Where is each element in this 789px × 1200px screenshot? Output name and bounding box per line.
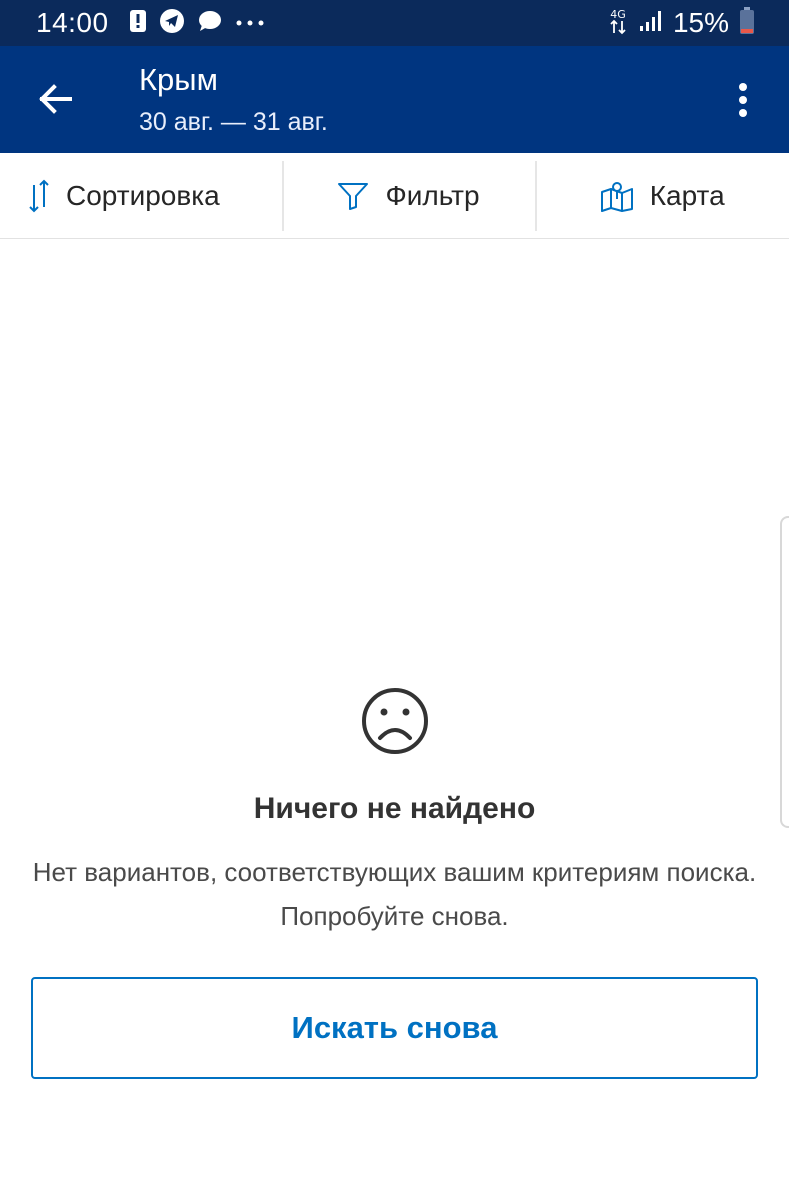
results-toolbar: Сортировка Фильтр Карта bbox=[0, 153, 789, 239]
more-vertical-icon bbox=[739, 83, 747, 117]
sort-button[interactable]: Сортировка bbox=[0, 153, 282, 238]
map-icon bbox=[600, 181, 633, 212]
date-range: 30 авг. — 31 авг. bbox=[139, 108, 328, 136]
filter-icon bbox=[338, 182, 369, 210]
app-bar: Крым 30 авг. — 31 авг. bbox=[0, 46, 789, 153]
status-left: 14:00 bbox=[36, 7, 265, 39]
back-button[interactable] bbox=[32, 76, 78, 122]
status-time: 14:00 bbox=[36, 7, 109, 38]
battery-icon bbox=[739, 6, 755, 40]
signal-icon bbox=[639, 10, 663, 37]
empty-state-message: Нет вариантов, соответствующих вашим кри… bbox=[32, 857, 757, 931]
search-again-button[interactable]: Искать снова bbox=[31, 977, 758, 1079]
alert-icon bbox=[129, 9, 147, 38]
message-icon bbox=[197, 9, 223, 38]
arrow-left-icon bbox=[39, 84, 72, 114]
map-label: Карта bbox=[649, 179, 725, 211]
edge-panel-handle[interactable] bbox=[780, 516, 789, 828]
network-icon: 4G bbox=[607, 7, 629, 40]
sort-icon bbox=[29, 179, 49, 212]
status-right: 4G 15% bbox=[607, 6, 755, 40]
filter-button[interactable]: Фильтр bbox=[281, 153, 536, 238]
empty-state-title: Ничего не найдено bbox=[253, 792, 536, 825]
telegram-icon bbox=[159, 8, 185, 39]
battery-percent: 15% bbox=[672, 7, 729, 38]
status-bar: 14:00 4G 15% bbox=[0, 0, 789, 46]
more-options-button[interactable] bbox=[723, 76, 763, 124]
map-button[interactable]: Карта bbox=[535, 153, 789, 238]
more-dots-icon bbox=[235, 14, 265, 32]
filter-label: Фильтр bbox=[385, 179, 480, 211]
destination-title: Крым bbox=[139, 62, 218, 97]
sort-label: Сортировка bbox=[66, 179, 220, 211]
sad-face-icon bbox=[360, 686, 430, 756]
notification-icons bbox=[129, 8, 265, 39]
svg-text:4G: 4G bbox=[610, 8, 626, 21]
